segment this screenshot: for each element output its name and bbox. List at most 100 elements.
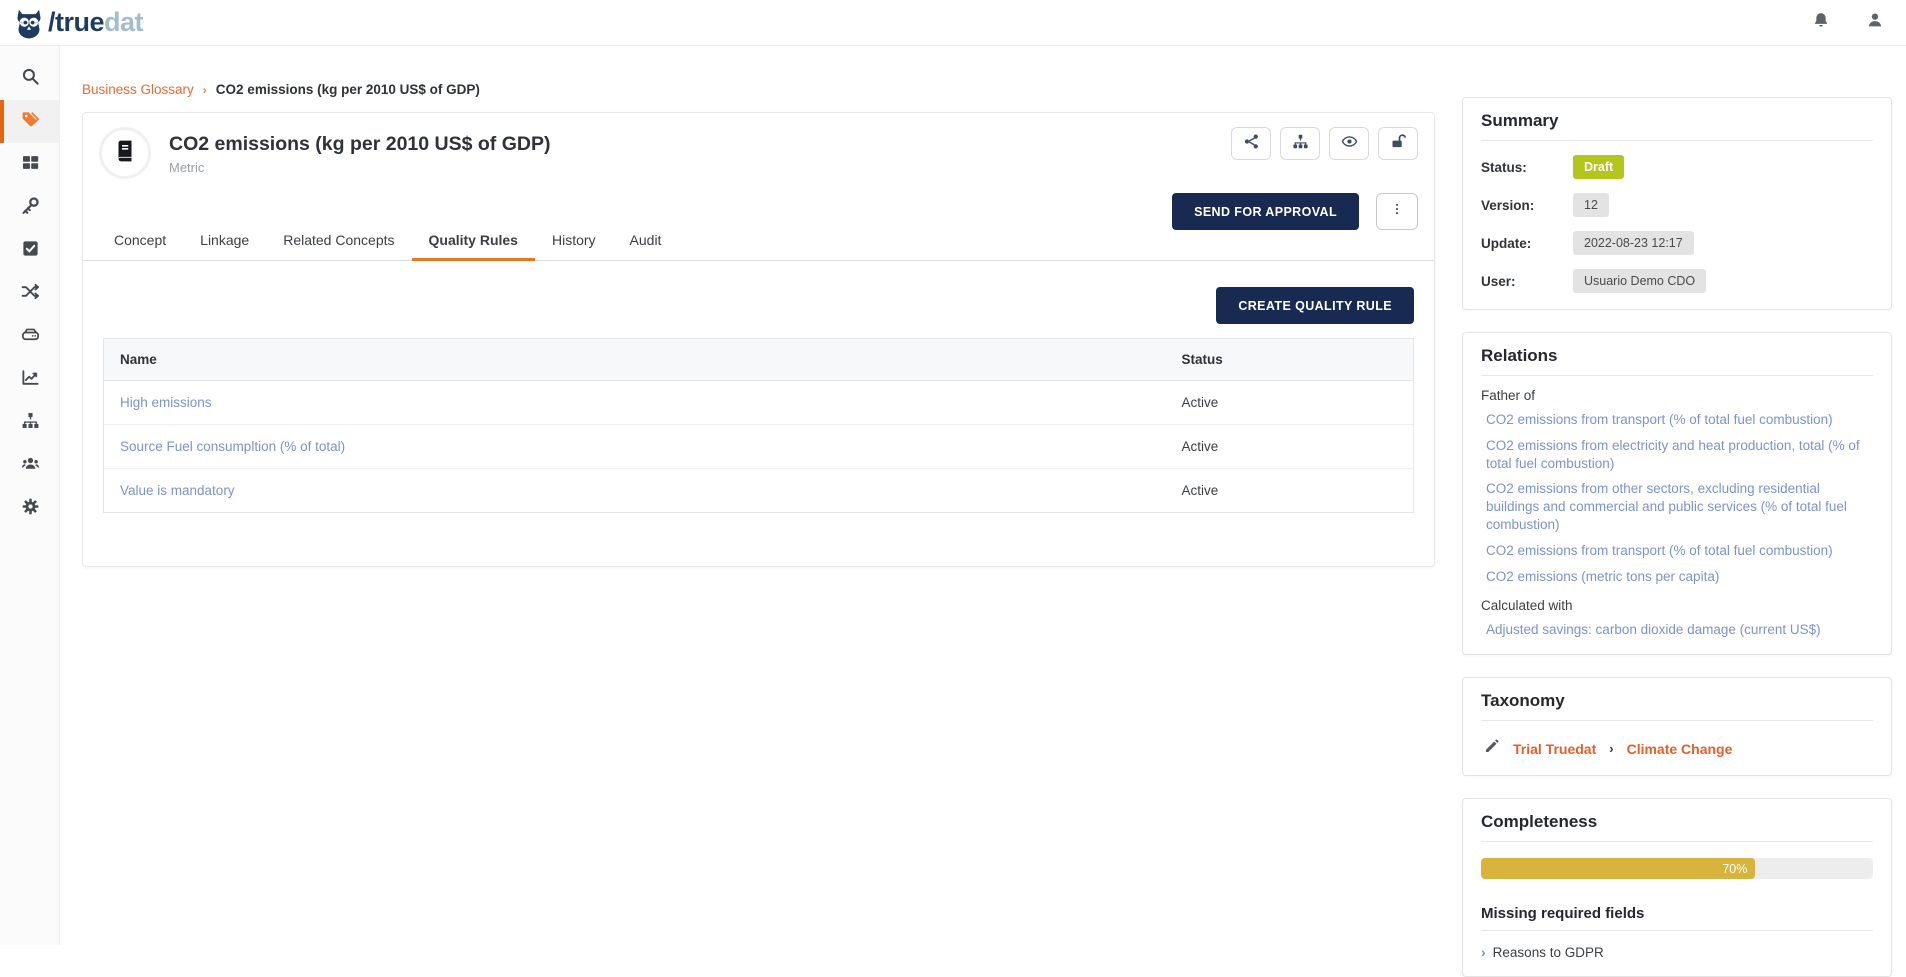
pencil-icon <box>1484 738 1500 759</box>
chevron-right-icon: › <box>203 83 207 97</box>
relation-link[interactable]: CO2 emissions from other sectors, exclud… <box>1481 480 1873 533</box>
version-label: Version: <box>1481 198 1573 213</box>
completeness-panel: Completeness 70% Missing required fields… <box>1462 798 1892 977</box>
send-for-approval-button[interactable]: SEND FOR APPROVAL <box>1172 193 1359 230</box>
grid-icon <box>21 153 40 177</box>
quality-rule-link[interactable]: High emissions <box>120 395 212 410</box>
sidebar-item-glossary[interactable] <box>0 100 60 143</box>
sidebar-item-lineage[interactable] <box>0 272 60 315</box>
summary-title: Summary <box>1481 111 1873 141</box>
unlock-button[interactable] <box>1378 127 1418 160</box>
taxonomy-domain-link[interactable]: Trial Truedat <box>1513 741 1596 757</box>
update-label: Update: <box>1481 236 1573 251</box>
relations-title: Relations <box>1481 346 1873 376</box>
relation-link[interactable]: CO2 emissions from transport (% of total… <box>1481 411 1873 429</box>
user-label: User: <box>1481 274 1573 289</box>
unlock-icon <box>1390 133 1407 155</box>
search-icon <box>21 67 40 91</box>
sidebar-item-structures[interactable] <box>0 401 60 444</box>
relations-panel: Relations Father of CO2 emissions from t… <box>1462 332 1892 655</box>
notifications-button[interactable] <box>1810 12 1832 34</box>
ellipsis-v-icon <box>1390 201 1404 222</box>
table-row: High emissions Active <box>104 381 1414 425</box>
completeness-progress-fill: 70% <box>1481 858 1755 879</box>
missing-field-label: Reasons to GDPR <box>1493 945 1604 960</box>
column-header-name: Name <box>104 339 1166 381</box>
owl-logo-icon <box>12 6 46 40</box>
taxonomy-title: Taxonomy <box>1481 691 1873 721</box>
tags-icon <box>21 110 40 134</box>
missing-field-item[interactable]: › Reasons to GDPR <box>1481 944 1873 960</box>
users-icon <box>21 454 40 478</box>
tab-history[interactable]: History <box>535 221 613 261</box>
sidebar-item-dashboards[interactable] <box>0 358 60 401</box>
tab-concept[interactable]: Concept <box>97 221 183 261</box>
quality-rule-status: Active <box>1182 483 1219 498</box>
brand-text: /truedat <box>48 9 143 36</box>
sidebar-item-settings[interactable] <box>0 487 60 530</box>
relation-link[interactable]: CO2 emissions from transport (% of total… <box>1481 542 1873 560</box>
chevron-right-icon: › <box>1481 944 1486 960</box>
concept-avatar <box>99 127 151 179</box>
quality-rules-table: Name Status High emissions Active Source… <box>103 338 1414 513</box>
gear-icon <box>21 497 40 521</box>
status-badge: Draft <box>1573 155 1624 179</box>
table-row: Source Fuel consumpltion (% of total) Ac… <box>104 425 1414 469</box>
truedat-logo[interactable]: /truedat <box>12 6 143 40</box>
update-badge: 2022-08-23 12:17 <box>1573 231 1694 255</box>
completeness-percent-label: 70% <box>1722 862 1755 876</box>
concept-actions <box>1231 127 1418 160</box>
eye-icon <box>1341 133 1358 155</box>
quality-rule-status: Active <box>1182 439 1219 454</box>
user-menu-button[interactable] <box>1864 12 1886 34</box>
chart-line-icon <box>21 368 40 392</box>
tab-quality-rules[interactable]: Quality Rules <box>412 221 535 261</box>
version-badge: 12 <box>1573 193 1609 217</box>
user-badge: Usuario Demo CDO <box>1573 269 1706 293</box>
quality-rule-link[interactable]: Source Fuel consumpltion (% of total) <box>120 439 345 454</box>
relation-link[interactable]: CO2 emissions (metric tons per capita) <box>1481 568 1873 586</box>
sidebar-item-users[interactable] <box>0 444 60 487</box>
concept-card: CO2 emissions (kg per 2010 US$ of GDP) M… <box>82 112 1435 567</box>
tab-audit[interactable]: Audit <box>613 221 679 261</box>
sidebar-item-catalog[interactable] <box>0 143 60 186</box>
hierarchy-button[interactable] <box>1280 127 1320 160</box>
status-label: Status: <box>1481 160 1573 175</box>
table-row: Value is mandatory Active <box>104 469 1414 513</box>
table-header-row: Name Status <box>104 339 1414 381</box>
breadcrumb: Business Glossary › CO2 emissions (kg pe… <box>82 82 480 97</box>
sidebar-item-quality[interactable] <box>0 229 60 272</box>
tab-linkage[interactable]: Linkage <box>183 221 266 261</box>
sitemap-icon <box>21 411 40 435</box>
quality-rule-link[interactable]: Value is mandatory <box>120 483 235 498</box>
quality-rule-status: Active <box>1182 395 1219 410</box>
share-icon <box>1243 133 1260 155</box>
sidebar-item-permissions[interactable] <box>0 186 60 229</box>
check-square-icon <box>21 239 40 263</box>
sidebar-item-search[interactable] <box>0 57 60 100</box>
share-button[interactable] <box>1231 127 1271 160</box>
breadcrumb-glossary-link[interactable]: Business Glossary <box>82 82 194 97</box>
completeness-title: Completeness <box>1481 812 1873 842</box>
edit-taxonomy-button[interactable] <box>1484 738 1500 759</box>
sidebar-item-data-sources[interactable] <box>0 315 60 358</box>
chevron-right-icon: › <box>1609 741 1613 756</box>
book-icon <box>112 138 138 169</box>
relation-link[interactable]: Adjusted savings: carbon dioxide damage … <box>1481 621 1873 639</box>
calculated-with-label: Calculated with <box>1481 598 1873 613</box>
user-icon <box>1866 11 1884 34</box>
more-actions-button[interactable] <box>1376 193 1418 230</box>
relation-link[interactable]: CO2 emissions from electricity and heat … <box>1481 437 1873 473</box>
column-header-status: Status <box>1166 339 1414 381</box>
sitemap-icon <box>1292 133 1309 155</box>
taxonomy-domain-link[interactable]: Climate Change <box>1627 741 1733 757</box>
tab-related-concepts[interactable]: Related Concepts <box>266 221 411 261</box>
key-icon <box>21 196 40 220</box>
concept-type-label: Metric <box>169 160 550 175</box>
watch-button[interactable] <box>1329 127 1369 160</box>
completeness-progress-bar: 70% <box>1481 858 1873 879</box>
top-navbar: /truedat <box>0 0 1906 46</box>
right-column: Summary Status: Draft Version: 12 Update… <box>1462 97 1892 977</box>
summary-panel: Summary Status: Draft Version: 12 Update… <box>1462 97 1892 310</box>
create-quality-rule-button[interactable]: CREATE QUALITY RULE <box>1216 287 1414 324</box>
